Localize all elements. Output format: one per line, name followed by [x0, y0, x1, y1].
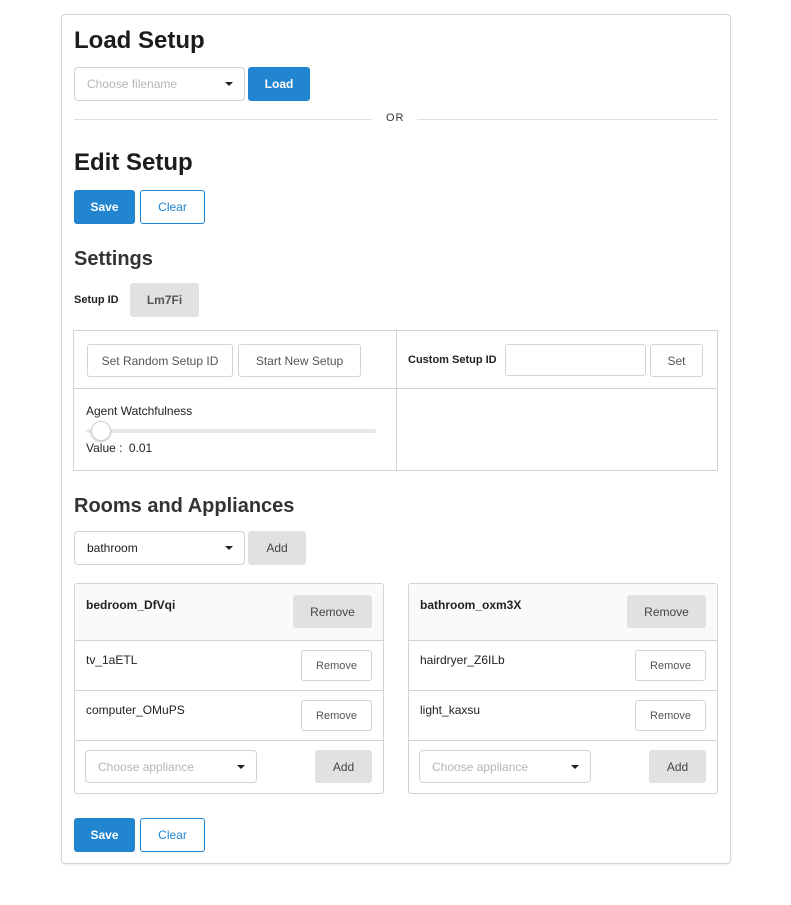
settings-table: Set Random Setup ID Start New Setup Cust… [73, 330, 718, 471]
save-button-bottom[interactable]: Save [74, 818, 135, 852]
agent-watchfulness-label: Agent Watchfulness [86, 404, 193, 418]
chevron-down-icon [571, 764, 579, 769]
room-type-value: bathroom [87, 541, 138, 555]
setup-card: Load Setup Choose filename Load OR Edit … [61, 14, 731, 864]
remove-appliance-button[interactable]: Remove [635, 700, 706, 731]
or-divider-text: OR [386, 112, 405, 124]
start-new-setup-button[interactable]: Start New Setup [238, 344, 361, 377]
appliance-name: light_kaxsu [420, 703, 481, 717]
slider-thumb[interactable] [90, 421, 111, 441]
room-name: bedroom_DfVqi [86, 598, 176, 612]
appliance-dropdown[interactable]: Choose appliance [419, 750, 591, 783]
watchfulness-slider[interactable] [86, 421, 376, 443]
filename-placeholder: Choose filename [87, 77, 178, 91]
room-type-dropdown[interactable]: bathroom [74, 531, 245, 565]
watchfulness-value-row: Value : 0.01 [86, 441, 152, 455]
room-card-bedroom: bedroom_DfVqi Remove tv_1aETL Remove com… [74, 583, 384, 794]
remove-appliance-button[interactable]: Remove [635, 650, 706, 681]
add-room-button[interactable]: Add [248, 531, 306, 565]
divider-right [417, 119, 718, 120]
edit-setup-title: Edit Setup [74, 149, 193, 176]
divider [409, 640, 717, 641]
add-appliance-button[interactable]: Add [315, 750, 372, 783]
custom-setup-id-label: Custom Setup ID [408, 354, 497, 366]
setup-id-value: Lm7Fi [130, 283, 199, 317]
rooms-title: Rooms and Appliances [74, 495, 295, 517]
appliance-name: hairdryer_Z6ILb [420, 653, 505, 667]
clear-button-top[interactable]: Clear [140, 190, 205, 224]
appliance-placeholder: Choose appliance [98, 759, 195, 774]
watchfulness-value: 0.01 [128, 441, 153, 455]
custom-setup-id-input[interactable] [505, 344, 646, 376]
remove-appliance-button[interactable]: Remove [301, 650, 372, 681]
table-vertical-divider [396, 331, 397, 470]
chevron-down-icon [225, 546, 233, 550]
appliance-name: tv_1aETL [86, 653, 138, 667]
remove-appliance-button[interactable]: Remove [301, 700, 372, 731]
value-label: Value : [86, 441, 123, 455]
filename-dropdown[interactable]: Choose filename [74, 67, 245, 101]
chevron-down-icon [225, 82, 233, 86]
chevron-down-icon [237, 764, 245, 769]
settings-title: Settings [74, 248, 153, 270]
set-custom-id-button[interactable]: Set [650, 344, 703, 377]
slider-track [86, 429, 376, 433]
appliance-placeholder: Choose appliance [432, 759, 529, 774]
room-name: bathroom_oxm3X [420, 598, 522, 612]
save-button-top[interactable]: Save [74, 190, 135, 224]
setup-id-label: Setup ID [74, 294, 119, 306]
clear-button-bottom[interactable]: Clear [140, 818, 205, 852]
appliance-dropdown[interactable]: Choose appliance [85, 750, 257, 783]
divider [75, 740, 383, 741]
divider [75, 640, 383, 641]
load-setup-title: Load Setup [74, 27, 205, 54]
set-random-setup-id-button[interactable]: Set Random Setup ID [87, 344, 233, 377]
divider [409, 740, 717, 741]
remove-room-button[interactable]: Remove [293, 595, 372, 628]
load-button[interactable]: Load [248, 67, 310, 101]
appliance-name: computer_OMuPS [86, 703, 185, 717]
room-card-bathroom: bathroom_oxm3X Remove hairdryer_Z6ILb Re… [408, 583, 718, 794]
remove-room-button[interactable]: Remove [627, 595, 706, 628]
divider-left [74, 119, 372, 120]
divider [75, 690, 383, 691]
divider [409, 690, 717, 691]
add-appliance-button[interactable]: Add [649, 750, 706, 783]
table-horizontal-divider [74, 388, 717, 389]
